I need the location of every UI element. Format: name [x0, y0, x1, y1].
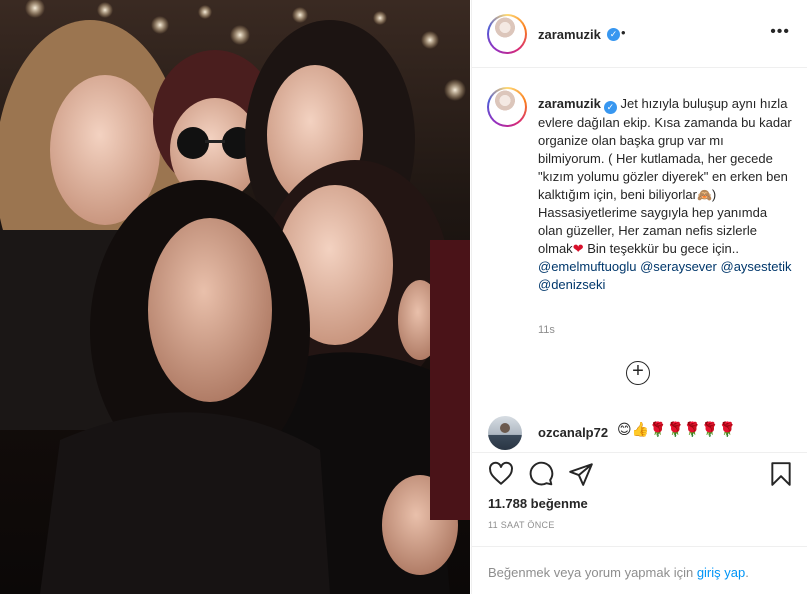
mention-link[interactable]: @emelmuftuoglu [538, 259, 636, 274]
login-link[interactable]: giriş yap [697, 565, 745, 580]
comment-icon[interactable] [528, 461, 554, 487]
login-prompt-text: Beğenmek veya yorum yapmak için [488, 565, 697, 580]
mention-link[interactable]: @denizseki [538, 277, 605, 292]
like-count[interactable]: 11.788 beğenme [488, 496, 588, 511]
comment-row: ozcanalp72 😊👍🌹🌹🌹🌹🌹 [472, 408, 807, 452]
header-separator-dot: • [621, 25, 626, 40]
caption-verified-badge-icon: ✓ [603, 101, 617, 114]
load-more-comments-icon[interactable]: + [626, 361, 650, 385]
caption-text: zaramuzik ✓ Jet hızıyla buluşup aynı hızl… [538, 95, 793, 294]
caption-username[interactable]: zaramuzik [538, 96, 601, 111]
post-side-panel: zaramuzik ✓ • ••• zaramuzik ✓ Jet hızıyla… [471, 0, 807, 594]
more-options-icon[interactable]: ••• [770, 24, 790, 40]
author-avatar[interactable] [487, 14, 527, 54]
login-prompt-end: . [745, 565, 749, 580]
commenter-avatar[interactable] [488, 416, 522, 450]
action-bar [472, 452, 807, 500]
author-username[interactable]: zaramuzik [538, 27, 601, 42]
heart-emoji-icon: ❤ [572, 241, 584, 256]
mention-link[interactable]: @seraysever [640, 259, 717, 274]
caption-text-3: Bin teşekkür bu gece için.. [583, 241, 739, 256]
post-header: zaramuzik ✓ • ••• [472, 0, 807, 68]
monkey-emoji-icon: 🙈 [696, 188, 712, 202]
verified-badge-icon: ✓ [607, 28, 620, 41]
caption-avatar[interactable] [487, 87, 527, 127]
post-photo[interactable] [0, 0, 470, 594]
bookmark-icon[interactable] [768, 461, 794, 487]
share-icon[interactable] [568, 461, 594, 487]
comment-text: 😊👍🌹🌹🌹🌹🌹 [617, 421, 737, 437]
caption-text-1: Jet hızıyla buluşup aynı hızla evlere da… [538, 96, 792, 202]
caption-block: zaramuzik ✓ Jet hızıyla buluşup aynı hızl… [472, 68, 807, 408]
login-prompt: Beğenmek veya yorum yapmak için giriş ya… [472, 546, 807, 594]
caption-timestamp[interactable]: 11s [538, 324, 555, 336]
heart-icon[interactable] [488, 461, 514, 487]
commenter-username[interactable]: ozcanalp72 [538, 425, 608, 440]
group-selfie-image [0, 0, 470, 594]
mention-link[interactable]: @aysestetik [721, 259, 792, 274]
post-time[interactable]: 11 SAAT ÖNCE [488, 520, 555, 530]
